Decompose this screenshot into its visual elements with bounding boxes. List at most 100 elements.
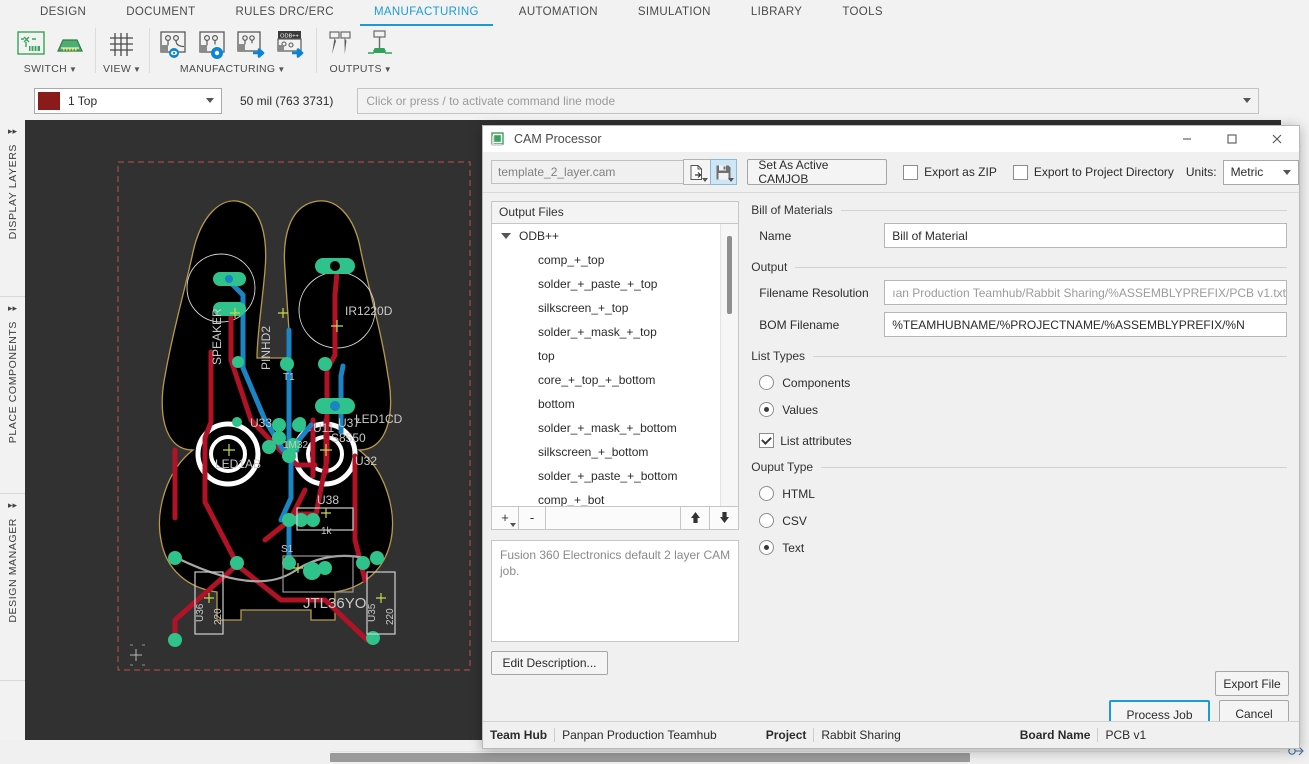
bom-name-label: Name [751, 229, 884, 243]
dialog-title-bar[interactable]: CAM Processor [483, 126, 1299, 152]
label-t1: T1 [283, 372, 295, 383]
expand-right-icon[interactable]: ▸▸ [8, 126, 17, 136]
output-files-tree[interactable]: ODB++ comp_+_top solder_+_paste_+_top si… [491, 223, 739, 507]
tree-item[interactable]: solder_+_mask_+_bottom [492, 416, 738, 440]
sidebar-item-place-components[interactable]: ▸▸ PLACE COMPONENTS [0, 297, 25, 494]
list-types-title: List Types [751, 349, 805, 363]
chevron-down-icon[interactable] [702, 178, 708, 182]
add-output-button[interactable]: + [492, 507, 519, 529]
bom-filename-input[interactable]: %TEAMHUBNAME/%PROJECTNAME/%ASSEMBLYPREFI… [884, 312, 1287, 337]
export-file-button[interactable]: Export File [1215, 671, 1289, 696]
tree-item[interactable]: core_+_top_+_bottom [492, 368, 738, 392]
ribbon-group-view-label[interactable]: VIEW▼ [103, 63, 141, 75]
ribbon-group-outputs-label[interactable]: OUTPUTS▼ [330, 63, 393, 75]
sidebar-item-design-manager[interactable]: ▸▸ DESIGN MANAGER [0, 494, 25, 681]
grid-icon[interactable] [105, 28, 139, 62]
radio-csv[interactable]: CSV [751, 507, 1287, 534]
ribbon-tab-library[interactable]: LIBRARY [731, 0, 822, 25]
switch-to-3d-icon[interactable] [53, 28, 87, 62]
tree-node-odbpp[interactable]: ODB++ [492, 224, 738, 248]
save-file-icon[interactable] [710, 159, 738, 185]
label-220-left: 220 [213, 608, 224, 625]
manufacturing-settings-icon[interactable] [196, 28, 230, 62]
set-as-active-camjob-button[interactable]: Set As Active CAMJOB [747, 159, 887, 185]
svg-text:ODB++: ODB++ [280, 33, 299, 39]
cam-file-input[interactable]: template_2_layer.cam [491, 160, 684, 184]
tree-item[interactable]: solder_+_paste_+_top [492, 272, 738, 296]
ribbon-group-switch: SWITCH▼ [6, 25, 95, 79]
chevron-down-icon[interactable] [501, 233, 511, 239]
tree-item[interactable]: silkscreen_+_top [492, 296, 738, 320]
ribbon-group-manufacturing-label[interactable]: MANUFACTURING▼ [180, 63, 286, 75]
team-hub-value: Panpan Production Teamhub [554, 728, 717, 742]
bom-name-row: Name Bill of Material [751, 223, 1287, 248]
ribbon-tab-design[interactable]: DESIGN [20, 0, 106, 25]
minimize-icon[interactable] [1164, 126, 1209, 152]
tree-item[interactable]: comp_+_bot [492, 488, 738, 507]
chevron-down-icon[interactable] [728, 178, 734, 182]
tree-toolbar-spacer [546, 507, 681, 529]
move-up-button[interactable] [681, 507, 710, 529]
tree-scrollbar-thumb[interactable] [727, 236, 732, 314]
command-line-input[interactable]: Click or press / to activate command lin… [357, 88, 1259, 114]
dialog-toolbar: template_2_layer.cam Set As [483, 152, 1299, 193]
list-attributes-checkbox[interactable]: List attributes [751, 427, 1287, 454]
tree-item[interactable]: top [492, 344, 738, 368]
filename-resolution-input[interactable]: ıan Production Teamhub/Rabbit Sharing/%A… [884, 280, 1287, 305]
radio-values[interactable]: Values [751, 396, 1287, 423]
radio-components[interactable]: Components [751, 369, 1287, 396]
expand-right-icon[interactable]: ▸▸ [8, 500, 17, 510]
ribbon-group-view-icons [105, 25, 139, 62]
bom-name-input[interactable]: Bill of Material [884, 223, 1287, 248]
job-description-textarea[interactable]: Fusion 360 Electronics default 2 layer C… [491, 540, 739, 642]
tree-item[interactable]: solder_+_mask_+_top [492, 320, 738, 344]
bill-of-materials-group: Bill of Materials Name Bill of Material [751, 203, 1287, 248]
maximize-icon[interactable] [1209, 126, 1254, 152]
manufacturing-export-icon[interactable] [235, 28, 269, 62]
radio-html[interactable]: HTML [751, 480, 1287, 507]
edit-description-button[interactable]: Edit Description... [491, 651, 608, 675]
radio-text[interactable]: Text [751, 534, 1287, 561]
horizontal-scrollbar[interactable] [330, 751, 1280, 763]
assembly-icon[interactable] [363, 28, 397, 62]
ribbon-tab-simulation[interactable]: SIMULATION [618, 0, 731, 25]
open-file-icon[interactable] [683, 159, 711, 185]
list-types-group: List Types Components Values List attrib… [751, 349, 1287, 454]
tree-item[interactable]: solder_+_paste_+_bottom [492, 464, 738, 488]
label-u36: U36 [195, 603, 206, 622]
list-attributes-label: List attributes [780, 434, 851, 448]
manufacturing-preview-icon[interactable] [157, 28, 191, 62]
tree-item[interactable]: silkscreen_+_bottom [492, 440, 738, 464]
units-select[interactable]: Metric [1223, 160, 1299, 185]
remove-output-button[interactable]: - [519, 507, 546, 529]
expand-right-icon[interactable]: ▸▸ [8, 303, 17, 313]
tree-scrollbar[interactable] [720, 224, 738, 506]
odbpp-export-icon[interactable]: ODB++ [274, 28, 308, 62]
label-u33: U33 [250, 416, 272, 430]
ribbon-group-switch-label[interactable]: SWITCH▼ [24, 63, 77, 75]
ribbon-tab-tools[interactable]: TOOLS [822, 0, 903, 25]
group-divider [795, 267, 1287, 268]
ribbon-tab-document[interactable]: DOCUMENT [106, 0, 215, 25]
export-to-project-directory-checkbox[interactable]: Export to Project Directory [1013, 165, 1174, 180]
radio-values-label: Values [782, 403, 818, 417]
filename-resolution-row: Filename Resolution ıan Production Teamh… [751, 280, 1287, 305]
layer-select[interactable]: 1 Top [34, 88, 222, 114]
tree-item[interactable]: comp_+_top [492, 248, 738, 272]
tree-item[interactable]: bottom [492, 392, 738, 416]
drill-icon[interactable] [324, 28, 358, 62]
export-as-zip-checkbox[interactable]: Export as ZIP [903, 165, 997, 180]
command-history-chevron-icon[interactable] [1243, 98, 1251, 103]
chevron-down-icon[interactable] [510, 523, 516, 527]
ribbon-tab-rules-drc-erc[interactable]: RULES DRC/ERC [215, 0, 353, 25]
horizontal-scrollbar-thumb[interactable] [330, 753, 970, 762]
sidebar-item-design-manager-label: DESIGN MANAGER [7, 518, 19, 623]
ribbon-group-outputs: OUTPUTS▼ [316, 25, 405, 79]
move-down-button[interactable] [710, 507, 738, 529]
switch-to-schematic-icon[interactable] [14, 28, 48, 62]
close-icon[interactable] [1254, 126, 1299, 152]
sidebar-item-place-components-label: PLACE COMPONENTS [7, 321, 19, 443]
ribbon-tab-manufacturing[interactable]: MANUFACTURING [354, 0, 499, 25]
ribbon-tab-automation[interactable]: AUTOMATION [499, 0, 618, 25]
sidebar-item-display-layers[interactable]: ▸▸ DISPLAY LAYERS [0, 120, 25, 297]
